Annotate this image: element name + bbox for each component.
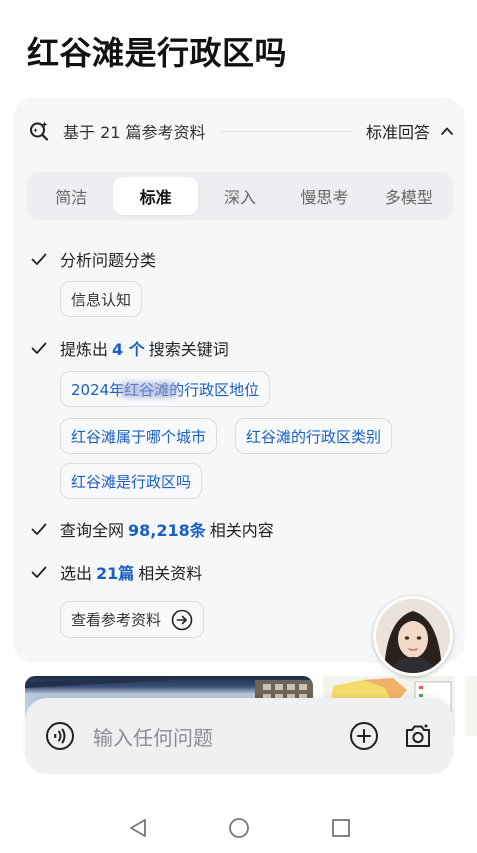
question-input[interactable]: 输入任何问题: [93, 722, 349, 751]
divider: [219, 130, 352, 132]
camera-icon[interactable]: [403, 721, 433, 751]
check-icon: [30, 563, 48, 581]
voice-icon[interactable]: [45, 721, 75, 751]
result-count: 98,218条: [128, 521, 206, 540]
step-prefix: 提炼出: [60, 340, 109, 359]
plus-circle-icon[interactable]: [349, 721, 379, 751]
step-suffix: 相关资料: [138, 564, 203, 583]
reference-image-more[interactable]: [465, 676, 477, 736]
assistant-avatar[interactable]: [373, 596, 453, 676]
page-title: 红谷滩是行政区吗: [27, 34, 288, 72]
step-keywords: 提炼出 4 个 搜索关键词: [30, 335, 229, 361]
back-icon[interactable]: [126, 816, 150, 840]
tab-concise[interactable]: 简洁: [29, 177, 113, 215]
arrow-right-circle-icon: [171, 609, 193, 631]
view-references-button[interactable]: 查看参考资料: [60, 601, 205, 638]
keyword-chip[interactable]: 红谷滩是行政区吗: [60, 463, 203, 499]
references-header[interactable]: 基于 21 篇参考资料 标准回答: [28, 118, 455, 144]
search-sparkle-icon: [28, 120, 50, 142]
step-prefix: 查询全网: [60, 521, 125, 540]
keyword-count: 4 个: [112, 340, 145, 359]
chevron-up-icon[interactable]: [439, 123, 455, 139]
step-suffix: 相关内容: [209, 521, 274, 540]
check-icon: [30, 250, 48, 268]
view-references-label: 查看参考资料: [71, 611, 162, 629]
step-select: 选出 21篇 相关资料: [30, 559, 202, 585]
check-icon: [30, 339, 48, 357]
category-chip[interactable]: 信息认知: [60, 281, 143, 317]
tab-slow-thinking[interactable]: 慢思考: [282, 177, 366, 215]
step-search: 查询全网 98,218条 相关内容: [30, 516, 274, 542]
step-prefix: 选出: [60, 564, 93, 583]
check-icon: [30, 520, 48, 538]
keyword-chip[interactable]: 2024年红谷滩的行政区地位: [60, 371, 271, 407]
step-classify: 分析问题分类: [30, 246, 156, 272]
home-icon[interactable]: [227, 816, 251, 840]
keyword-chip[interactable]: 红谷滩的行政区类别: [235, 418, 393, 454]
source-count: 21篇: [96, 564, 135, 583]
system-nav-bar: [0, 806, 477, 850]
blur-overlay: [119, 382, 179, 398]
keyword-chip[interactable]: 红谷滩属于哪个城市: [60, 418, 218, 454]
tab-multi-model[interactable]: 多模型: [367, 177, 451, 215]
tab-standard[interactable]: 标准: [113, 177, 198, 215]
recents-icon[interactable]: [329, 816, 353, 840]
step-label: 分析问题分类: [60, 251, 157, 270]
question-input-bar: 输入任何问题: [25, 698, 453, 774]
step-suffix: 搜索关键词: [148, 340, 229, 359]
answer-mode-tabs: 简洁 标准 深入 慢思考 多模型: [27, 172, 453, 220]
references-summary: 基于 21 篇参考资料: [63, 123, 206, 142]
answer-mode-label[interactable]: 标准回答: [366, 119, 430, 143]
tab-in-depth[interactable]: 深入: [198, 177, 282, 215]
